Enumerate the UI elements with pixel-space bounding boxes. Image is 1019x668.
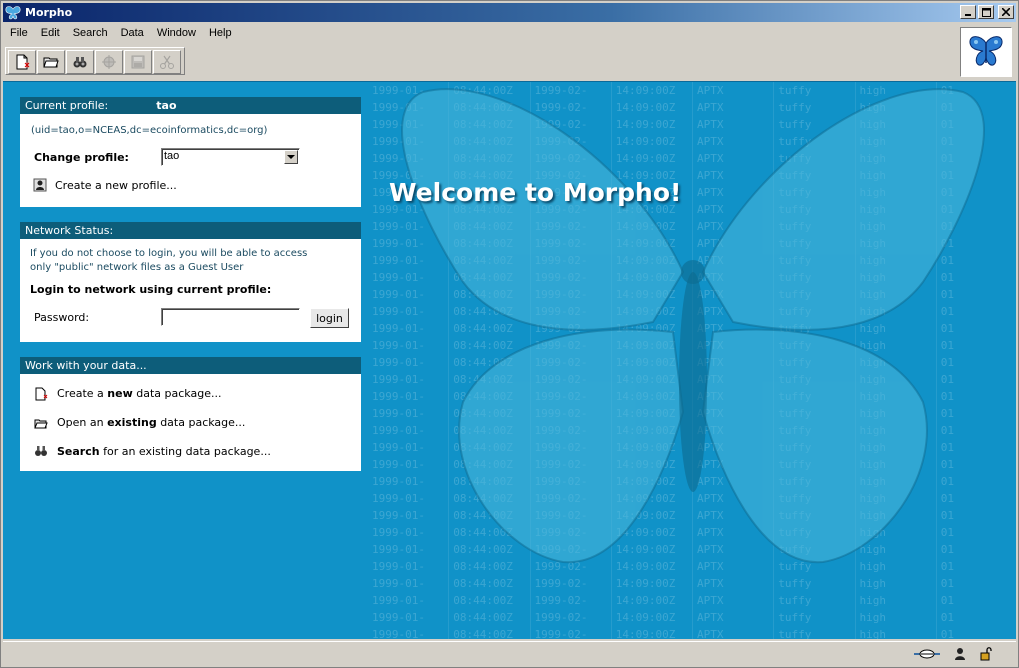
open-suffix: data package... xyxy=(156,416,246,429)
welcome-heading: Welcome to Morpho! xyxy=(389,178,682,207)
network-panel-header: Network Status: xyxy=(20,222,361,239)
morpho-logo xyxy=(960,27,1012,77)
data-panel-header: Work with your data... xyxy=(20,357,361,374)
menu-edit[interactable]: Edit xyxy=(34,27,66,39)
profile-dn: (uid=tao,o=NCEAS,dc=ecoinformatics,dc=or… xyxy=(31,125,268,136)
network-button[interactable] xyxy=(95,50,123,74)
title-bar: Morpho xyxy=(3,3,1016,22)
network-info-line-2: only "public" network files as a Guest U… xyxy=(30,262,244,273)
main-content: 1999-01- 08:44:00Z 1999-02- 14:09:00Z APTX tu… xyxy=(3,81,1016,639)
unlocked-icon xyxy=(980,647,992,661)
close-icon xyxy=(1002,8,1010,16)
close-button[interactable] xyxy=(998,5,1014,19)
data-panel: Work with your data... Create a new data… xyxy=(20,357,361,471)
menu-window[interactable]: Window xyxy=(150,27,202,39)
open-package-link[interactable]: Open an existing data package... xyxy=(57,416,245,429)
user-profile-icon xyxy=(955,648,965,660)
search-suffix: for an existing data package... xyxy=(99,445,271,458)
butterfly-logo-icon xyxy=(969,36,1003,66)
profile-select[interactable]: tao xyxy=(161,148,300,166)
menu-bar: File Edit Search Data Window Help xyxy=(3,24,238,42)
profile-panel: Current profile: tao (uid=tao,o=NCEAS,dc=… xyxy=(20,97,361,207)
new-document-icon xyxy=(16,54,30,70)
morpho-butterfly-icon xyxy=(5,5,21,19)
open-prefix: Open an xyxy=(57,416,108,429)
profile-header-label: Current profile: xyxy=(25,99,109,112)
change-profile-label: Change profile: xyxy=(34,151,129,164)
binoculars-icon xyxy=(35,446,47,456)
menu-file[interactable]: File xyxy=(3,27,34,39)
binoculars-icon xyxy=(73,57,87,68)
search-bold: Search xyxy=(57,445,100,458)
save-button[interactable] xyxy=(124,50,152,74)
open-package-button[interactable] xyxy=(37,50,65,74)
status-bar xyxy=(3,641,1016,666)
dropdown-arrow-icon[interactable] xyxy=(284,150,298,164)
menu-help[interactable]: Help xyxy=(202,27,238,39)
menu-data[interactable]: Data xyxy=(114,27,150,39)
open-bold: existing xyxy=(107,416,157,429)
network-connection-icon xyxy=(914,649,940,659)
minimize-icon xyxy=(965,14,971,16)
new-package-button[interactable] xyxy=(8,50,36,74)
password-input[interactable] xyxy=(161,308,300,326)
window-title: Morpho xyxy=(25,6,73,19)
toolbar xyxy=(5,47,185,75)
network-icon xyxy=(102,55,116,69)
minimize-button[interactable] xyxy=(960,5,976,19)
network-panel: Network Status: If you do not choose to … xyxy=(20,222,361,342)
save-icon xyxy=(131,55,145,69)
butterfly-background-image xyxy=(401,88,985,564)
login-heading: Login to network using current profile: xyxy=(30,283,272,296)
create-profile-link[interactable]: Create a new profile... xyxy=(55,179,177,192)
profile-user-icon xyxy=(33,178,47,192)
password-label: Password: xyxy=(34,311,90,324)
new-document-icon xyxy=(35,387,48,401)
current-profile-name: tao xyxy=(156,99,177,112)
search-package-link[interactable]: Search for an existing data package... xyxy=(57,445,271,458)
cut-button[interactable] xyxy=(153,50,181,74)
search-button[interactable] xyxy=(66,50,94,74)
maximize-button[interactable] xyxy=(978,5,994,19)
network-info-line-1: If you do not choose to login, you will … xyxy=(30,248,308,259)
profile-panel-header: Current profile: tao xyxy=(20,97,361,114)
menu-search[interactable]: Search xyxy=(66,27,114,39)
login-button[interactable]: login xyxy=(310,308,349,328)
profile-select-value: tao xyxy=(164,150,180,162)
scissors-icon xyxy=(160,55,174,69)
maximize-icon xyxy=(981,7,991,17)
app-window: Morpho File Edit Search Data Window Help xyxy=(0,0,1019,668)
create-package-link[interactable]: Create a new data package... xyxy=(57,387,221,400)
create-prefix: Create a xyxy=(57,387,108,400)
create-bold: new xyxy=(107,387,133,400)
create-suffix: data package... xyxy=(132,387,222,400)
open-folder-icon xyxy=(34,419,48,429)
open-folder-icon xyxy=(43,57,59,68)
